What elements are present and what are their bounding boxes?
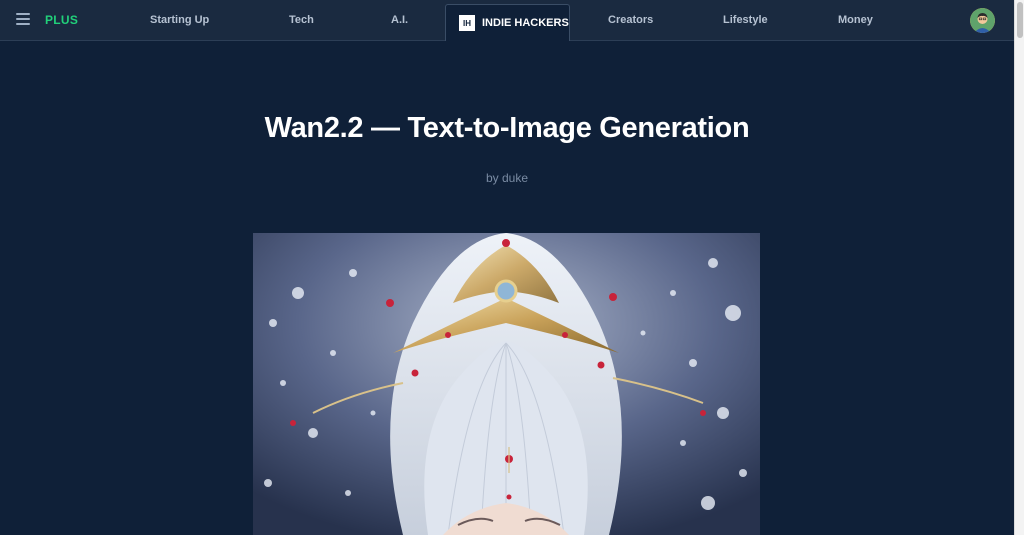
indie-hackers-logo-icon: IH [459, 15, 475, 31]
user-avatar[interactable] [970, 8, 995, 33]
scrollbar-thumb[interactable] [1017, 2, 1023, 38]
article-title: Wan2.2 — Text-to-Image Generation [264, 112, 750, 144]
hamburger-menu-icon[interactable] [16, 13, 30, 27]
top-navigation: PLUS Starting Up Tech A.I. IH INDIE HACK… [0, 0, 1014, 41]
page: PLUS Starting Up Tech A.I. IH INDIE HACK… [0, 0, 1024, 535]
nav-item-lifestyle[interactable]: Lifestyle [723, 14, 768, 26]
article-byline[interactable]: by duke [0, 171, 1014, 185]
nav-item-label: INDIE HACKERS [482, 17, 569, 29]
nav-item-starting-up[interactable]: Starting Up [150, 14, 209, 26]
nav-item-ai[interactable]: A.I. [391, 14, 408, 26]
vertical-scrollbar[interactable] [1014, 0, 1024, 535]
nav-item-tech[interactable]: Tech [289, 14, 314, 26]
plus-link[interactable]: PLUS [45, 13, 78, 27]
nav-item-creators[interactable]: Creators [608, 14, 653, 26]
nav-item-money[interactable]: Money [838, 14, 873, 26]
hero-image [253, 233, 760, 535]
nav-item-indie-hackers[interactable]: IH INDIE HACKERS [445, 4, 570, 41]
